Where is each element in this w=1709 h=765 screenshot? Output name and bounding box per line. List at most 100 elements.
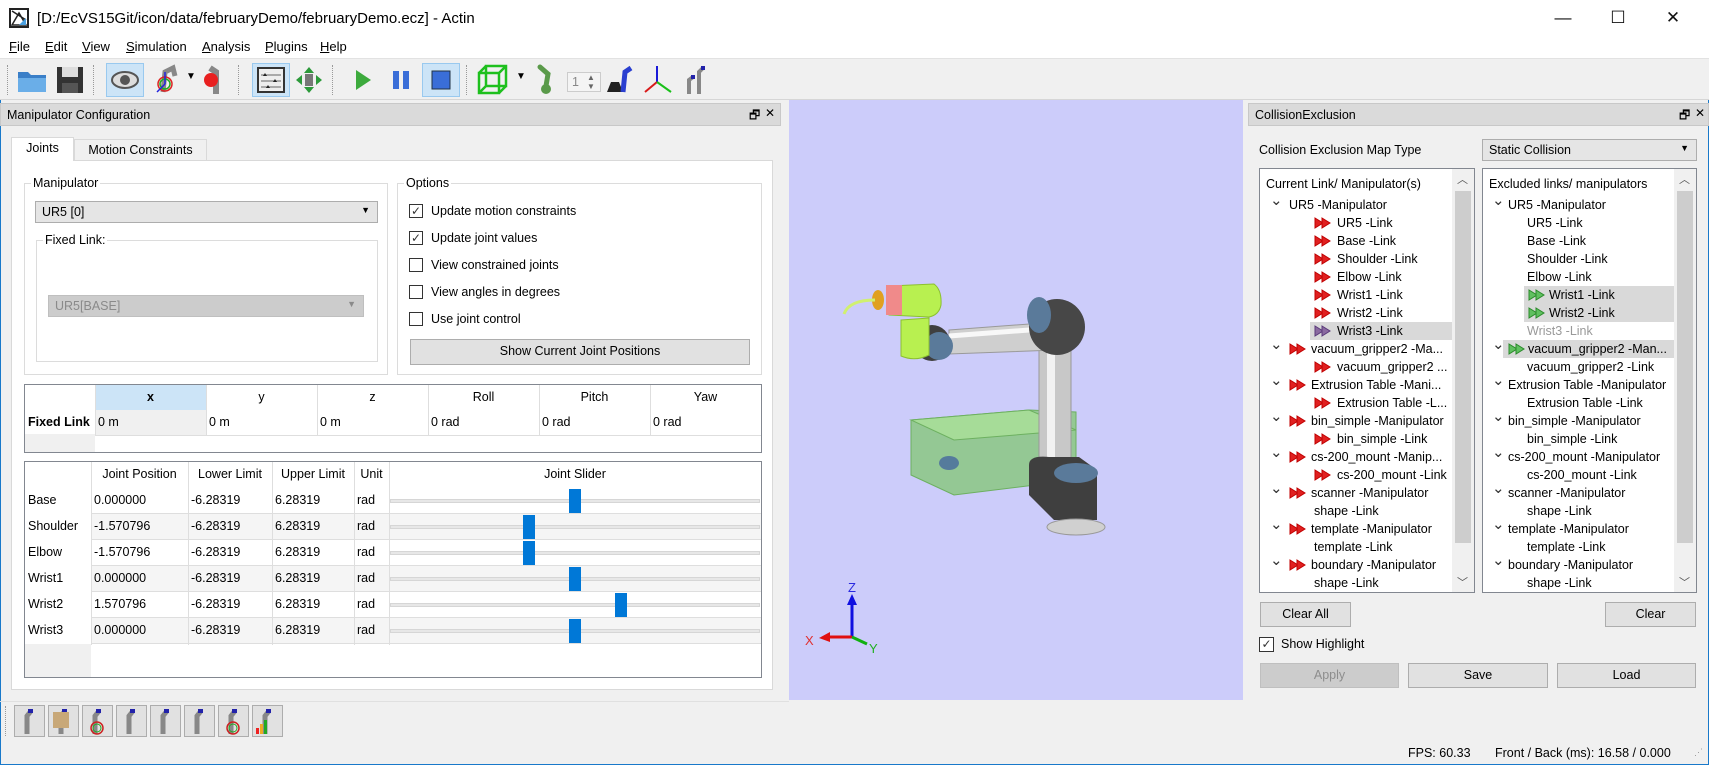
joint-slider-handle[interactable] (522, 541, 535, 565)
tree-item[interactable]: ⌄ cs-200_mount -Manipulator (1483, 444, 1674, 466)
scroll-down-icon[interactable]: ﹀ (1679, 574, 1690, 590)
chevron-down-icon[interactable]: ⌄ (1492, 552, 1505, 570)
toolbar-grip[interactable] (7, 65, 9, 95)
play-button[interactable] (350, 63, 376, 97)
tree-item[interactable]: shape -Link (1483, 574, 1674, 592)
current-links-tree[interactable]: Current Link/ Manipulator(s) ⌄ UR5 -Manipu… (1259, 168, 1475, 593)
joint-unit-cell[interactable]: rad (354, 488, 375, 513)
show-highlight-checkbox[interactable]: ✓ (1259, 637, 1274, 652)
tree-item[interactable]: ⌄ Extrusion Table -Mani... (1260, 372, 1452, 394)
joint-lower-cell[interactable]: -6.28319 (188, 540, 240, 565)
joint-slider-track[interactable] (390, 603, 760, 607)
tree-item[interactable]: ⌄ scanner -Manipulator (1260, 480, 1452, 502)
load-button[interactable]: Load (1557, 663, 1696, 688)
scroll-up-icon[interactable]: ︿ (1457, 171, 1468, 187)
tree-item[interactable]: Wrist1 -Link (1483, 286, 1674, 304)
axes-button[interactable] (640, 63, 674, 97)
column-header[interactable]: Lower Limit (188, 462, 272, 487)
manipulator-select[interactable]: UR5 [0] ▼ (35, 201, 378, 223)
joint-unit-cell[interactable]: rad (354, 618, 375, 643)
joint-position-cell[interactable]: 1.570796 (91, 592, 146, 617)
tree-item[interactable]: shape -Link (1260, 574, 1452, 592)
joint-slider-track[interactable] (390, 525, 760, 529)
robot-ball-button[interactable] (200, 63, 228, 97)
joint-lower-cell[interactable]: -6.28319 (188, 592, 240, 617)
menu-plugins[interactable]: Plugins (265, 39, 308, 54)
resize-grip-icon[interactable]: ⋰ (1694, 747, 1703, 758)
tree-item[interactable]: ⌄ vacuum_gripper2 -Man... (1483, 336, 1674, 358)
robot-frames-button[interactable] (152, 63, 182, 97)
menu-help[interactable]: Help (320, 39, 347, 54)
tree-item[interactable]: Wrist2 -Link (1260, 304, 1452, 322)
joint-slider-track[interactable] (390, 551, 760, 555)
tree-item[interactable]: shape -Link (1483, 502, 1674, 520)
menu-simulation[interactable]: Simulation (126, 39, 187, 54)
menu-edit[interactable]: Edit (45, 39, 67, 54)
excluded-links-tree[interactable]: Excluded links/ manipulators ⌄ UR5 -Manipu… (1482, 168, 1697, 593)
chevron-down-icon[interactable]: ⌄ (1270, 480, 1283, 498)
menu-analysis[interactable]: Analysis (202, 39, 250, 54)
fixed-link-cell[interactable]: 0 m (317, 410, 428, 435)
tree-item[interactable]: shape -Link (1260, 502, 1452, 520)
tree-item[interactable]: Base -Link (1260, 232, 1452, 250)
joint-lower-cell[interactable]: -6.28319 (188, 566, 240, 591)
dropdown-arrow-icon[interactable]: ▼ (186, 71, 196, 82)
scrollbar-thumb[interactable] (1677, 191, 1693, 543)
plugin-button-robot-monitor[interactable] (150, 705, 181, 737)
slider-panel-button[interactable] (252, 63, 290, 97)
toolbar-grip[interactable] (5, 706, 7, 736)
tree-item[interactable]: Elbow -Link (1483, 268, 1674, 286)
joint-upper-cell[interactable]: 6.28319 (272, 566, 320, 591)
plugin-button-robot-network[interactable] (184, 705, 215, 737)
count-spinbox[interactable]: 1 ▲ ▼ (567, 72, 601, 92)
tree-item[interactable]: template -Link (1483, 538, 1674, 556)
tree-item[interactable]: Elbow -Link (1260, 268, 1452, 286)
scrollbar[interactable]: ︿ ﹀ (1452, 169, 1474, 592)
joint-lower-cell[interactable]: -6.28319 (188, 514, 240, 539)
tree-item[interactable]: ⌄ template -Manipulator (1260, 516, 1452, 538)
chevron-down-icon[interactable]: ⌄ (1270, 408, 1283, 426)
tree-item[interactable]: ⌄ Extrusion Table -Manipulator (1483, 372, 1674, 394)
weight-robot-button[interactable] (605, 63, 635, 97)
plugin-button-frames[interactable] (82, 705, 113, 737)
chevron-down-icon[interactable]: ⌄ (1270, 516, 1283, 534)
joint-position-cell[interactable]: 0.000000 (91, 566, 146, 591)
joint-slider-handle[interactable] (569, 567, 581, 591)
joint-slider-handle[interactable] (615, 593, 628, 617)
clear-all-button[interactable]: Clear All (1260, 602, 1351, 627)
tree-item[interactable]: UR5 -Link (1483, 214, 1674, 232)
column-header[interactable]: z (317, 385, 428, 410)
tree-item[interactable]: Extrusion Table -Link (1483, 394, 1674, 412)
chevron-down-icon[interactable]: ⌄ (1270, 336, 1283, 354)
column-header[interactable]: Joint Position (91, 462, 188, 487)
column-header[interactable]: x (95, 385, 206, 410)
fixed-link-cell[interactable]: 0 m (206, 410, 317, 435)
tab-motion-constraints[interactable]: Motion Constraints (74, 139, 207, 162)
chevron-down-icon[interactable]: ⌄ (1492, 192, 1505, 210)
tree-item[interactable]: vacuum_gripper2 ... (1260, 358, 1452, 376)
column-header[interactable]: Upper Limit (272, 462, 354, 487)
joint-unit-cell[interactable]: rad (354, 514, 375, 539)
joint-slider-handle[interactable] (569, 619, 581, 643)
chevron-down-icon[interactable]: ⌄ (1492, 372, 1505, 390)
menu-file[interactable]: File (9, 39, 30, 54)
close-panel-icon[interactable]: ✕ (765, 106, 775, 120)
robots-button[interactable] (682, 63, 708, 97)
plugin-button-box-frames[interactable] (48, 705, 79, 737)
chevron-down-icon[interactable]: ⌄ (1492, 444, 1505, 462)
tree-item[interactable]: Wrist3 -Link (1260, 322, 1452, 340)
tree-item[interactable]: Extrusion Table -L... (1260, 394, 1452, 412)
clear-button[interactable]: Clear (1605, 602, 1696, 627)
option-checkbox[interactable]: ✓ (409, 204, 423, 218)
show-joint-positions-button[interactable]: Show Current Joint Positions (410, 339, 750, 365)
open-button[interactable] (15, 63, 49, 97)
column-header[interactable]: y (206, 385, 317, 410)
close-button[interactable]: ✕ (1653, 6, 1693, 30)
column-header[interactable]: Pitch (539, 385, 650, 410)
joint-slider-handle[interactable] (522, 515, 535, 539)
spin-down-icon[interactable]: ▼ (587, 82, 595, 91)
tree-item[interactable]: ⌄ boundary -Manipulator (1260, 552, 1452, 574)
tree-item[interactable]: vacuum_gripper2 -Link (1483, 358, 1674, 376)
joint-lower-cell[interactable]: -6.28319 (188, 488, 240, 513)
tab-joints[interactable]: Joints (11, 137, 74, 161)
